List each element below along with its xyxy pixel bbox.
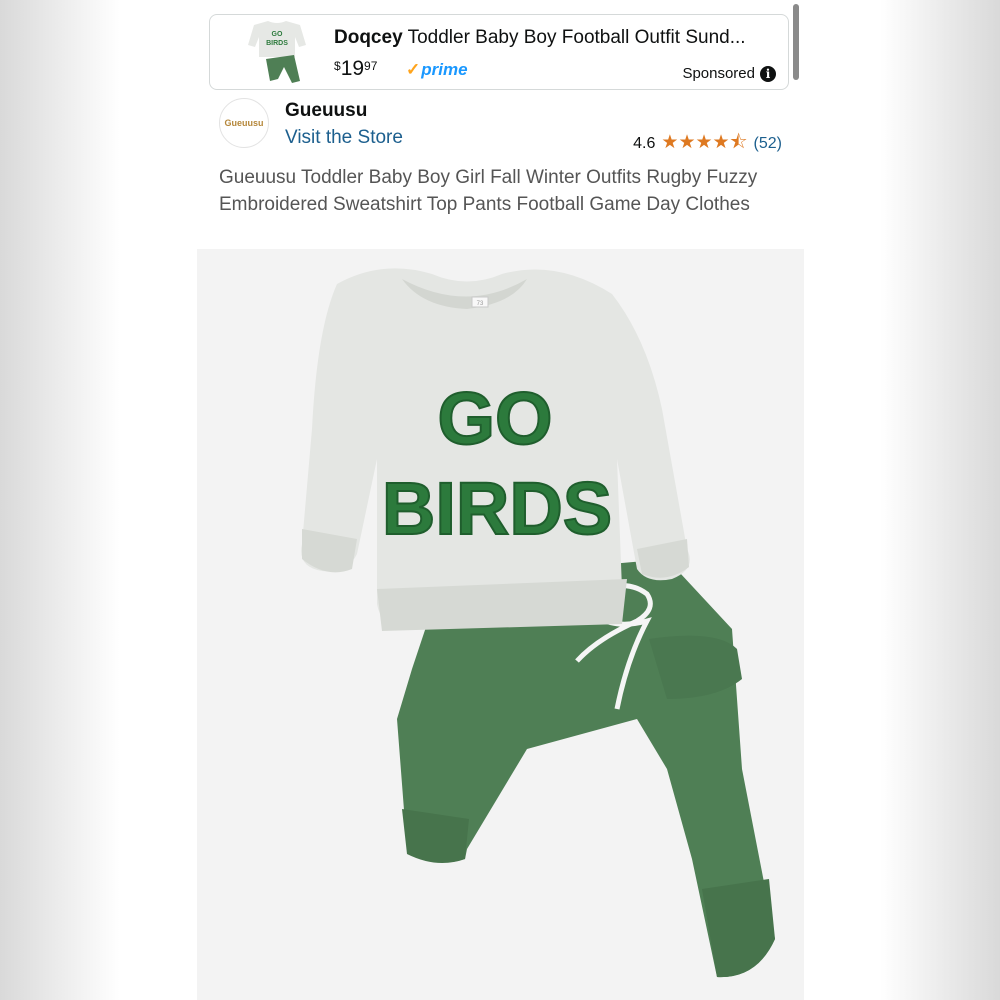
store-name: Gueuusu [285,100,368,121]
sponsored-label[interactable]: Sponsored i [682,65,776,82]
ad-price: $1997 [334,57,377,81]
product-image[interactable]: 73 GO BIRDS [197,249,804,1000]
product-photo: 73 GO BIRDS [301,268,775,978]
sponsored-text: Sponsored [682,65,755,82]
info-icon[interactable]: i [760,65,776,82]
price-whole: 19 [340,57,365,80]
price-fraction: 97 [364,59,378,73]
rating-summary[interactable]: 4.6 ★★★★⯪ (52) [633,128,782,160]
shirt-text-line1: GO [437,377,552,460]
store-logo-text: Gueuusu [224,118,264,128]
ad-title[interactable]: Doqcey Toddler Baby Boy Football Outfit … [334,27,774,49]
product-page: GO BIRDS Doqcey Toddler Baby Boy Footbal… [197,0,804,1000]
ad-product-thumbnail[interactable]: GO BIRDS [244,19,310,87]
ad-title-text: Toddler Baby Boy Football Outfit Sund... [402,27,746,48]
shirt-text-line2: BIRDS [382,467,612,550]
review-count[interactable]: (52) [754,135,782,153]
sponsored-ad-card[interactable]: GO BIRDS Doqcey Toddler Baby Boy Footbal… [209,14,789,90]
scrollbar[interactable] [793,4,799,80]
rating-value: 4.6 [633,135,656,152]
prime-label: prime [421,60,468,79]
ad-thumb-text-top: GO [272,31,283,38]
store-logo[interactable]: Gueuusu [219,98,269,148]
product-title: Gueuusu Toddler Baby Boy Girl Fall Winte… [219,167,758,215]
size-tag-text: 73 [477,301,484,307]
ad-thumb-text-bottom: BIRDS [266,40,288,47]
star-rating-icon: ★★★★⯪ [661,132,748,153]
prime-badge: ✓prime [406,60,468,80]
prime-check-icon: ✓ [406,60,421,79]
ad-brand: Doqcey [334,27,403,48]
price-symbol: $ [334,59,341,73]
visit-store-link[interactable]: Visit the Store [285,127,403,149]
